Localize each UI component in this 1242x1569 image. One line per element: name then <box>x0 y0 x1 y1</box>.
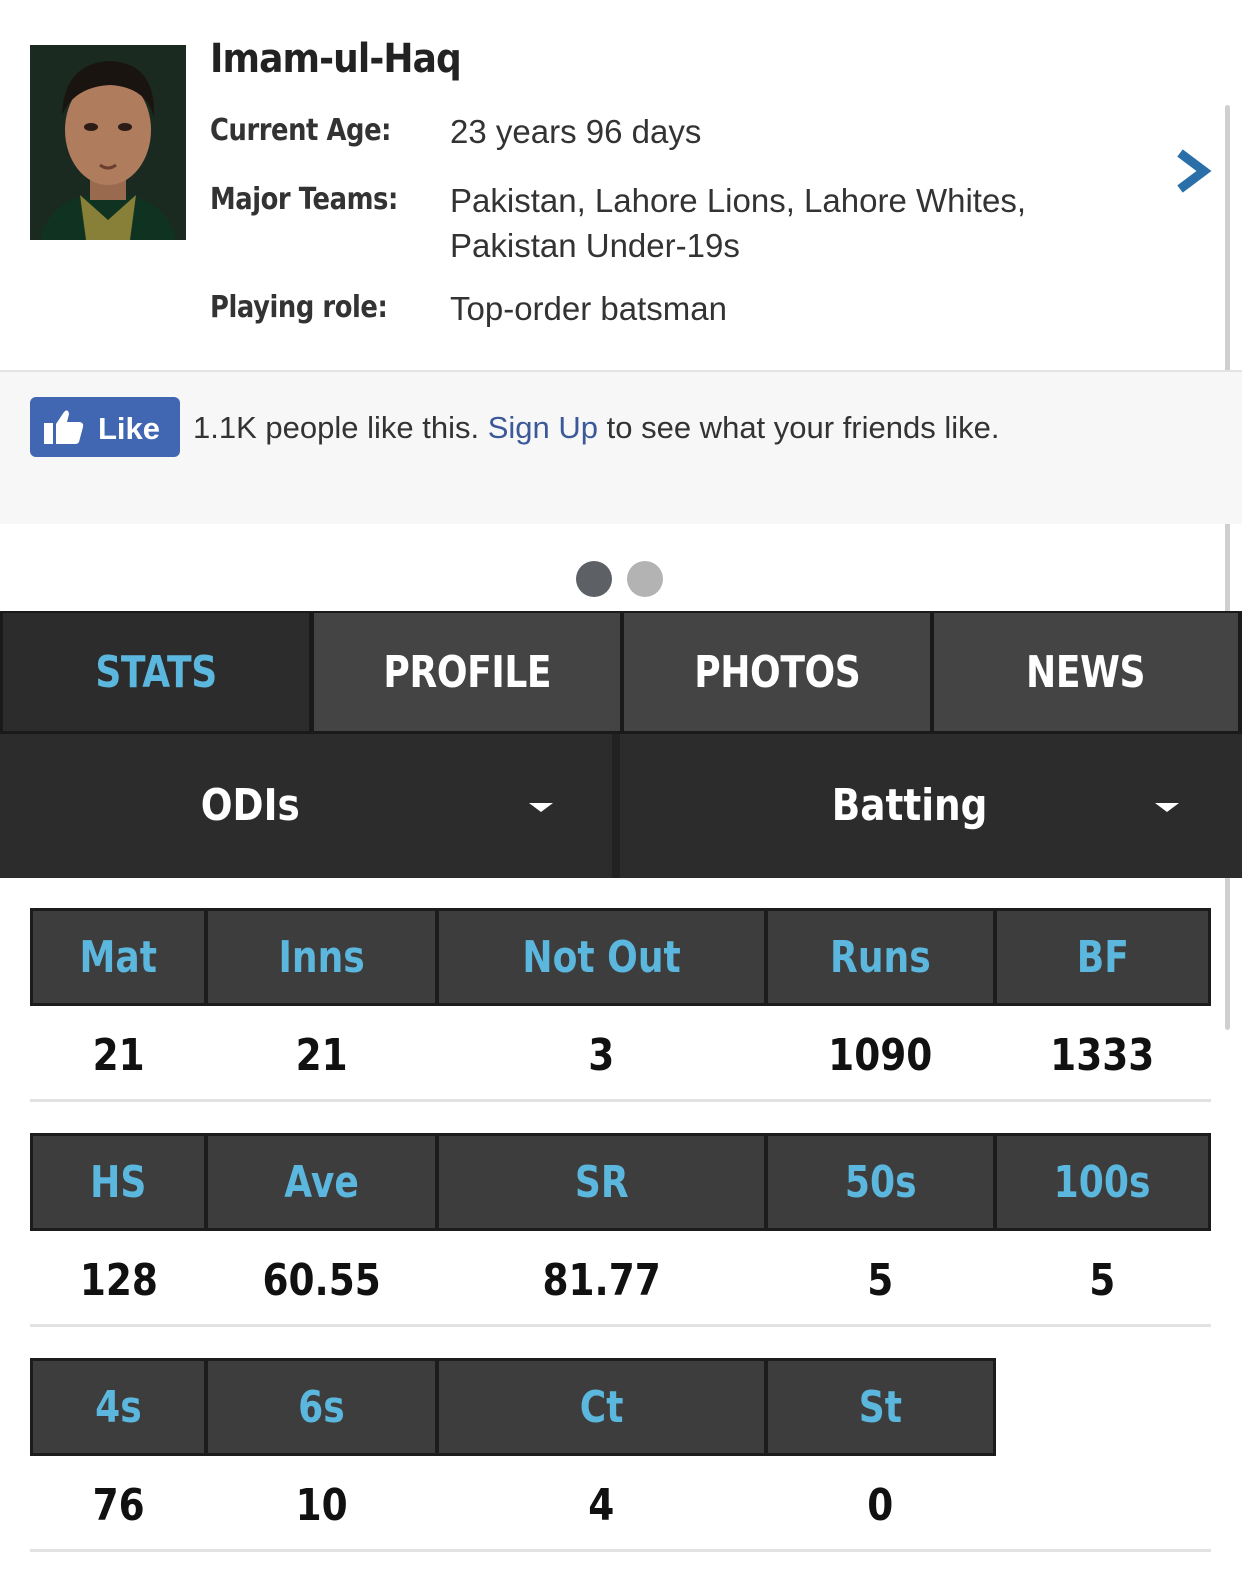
stat-value-4s: 76 <box>92 1479 145 1531</box>
like-label: Like <box>98 411 161 446</box>
stat-value-hs: 128 <box>79 1254 158 1306</box>
stat-header-runs: Runs <box>768 911 993 1003</box>
stat-value-50s: 5 <box>867 1254 894 1306</box>
chevron-right-icon[interactable] <box>1168 147 1218 197</box>
current-age-value: 23 years 96 days <box>450 113 702 150</box>
stat-value-inns: 21 <box>295 1029 348 1081</box>
playing-role-value: Top-order batsman <box>450 290 727 327</box>
format-select[interactable]: ODIs <box>192 780 309 831</box>
chevron-down-icon[interactable] <box>529 803 553 812</box>
facebook-like-bar: Like 1.1K people like this. Sign Up to s… <box>0 370 1242 524</box>
stat-header-hs: HS <box>33 1136 204 1228</box>
row-divider <box>30 1099 1211 1102</box>
stat-header-50s: 50s <box>768 1136 993 1228</box>
stat-header-st: St <box>768 1361 993 1453</box>
carousel-dot-2[interactable] <box>627 561 663 597</box>
stat-header-4s: 4s <box>33 1361 204 1453</box>
tab-bar: STATS PROFILE PHOTOS NEWS <box>0 611 1242 734</box>
stat-header-6s: 6s <box>208 1361 435 1453</box>
player-name: Imam-ul-Haq <box>210 36 462 82</box>
stat-value-ave: 60.55 <box>262 1254 381 1306</box>
major-teams-label: Major Teams: <box>210 182 398 217</box>
current-age-label: Current Age: <box>210 113 392 148</box>
playing-role-label: Playing role: <box>210 290 388 325</box>
stats-header-row: 4s 6s Ct St <box>30 1358 996 1456</box>
row-divider <box>30 1549 1211 1552</box>
scrollbar[interactable] <box>1225 105 1230 1030</box>
chevron-down-icon[interactable] <box>1155 803 1179 812</box>
stat-value-mat: 21 <box>92 1029 145 1081</box>
stat-header-100s: 100s <box>997 1136 1208 1228</box>
sign-up-link[interactable]: Sign Up <box>488 410 598 445</box>
stat-value-not-out: 3 <box>588 1029 615 1081</box>
stats-header-row: HS Ave SR 50s 100s <box>30 1133 1211 1231</box>
stat-header-sr: SR <box>439 1136 764 1228</box>
like-suffix: to see what your friends like. <box>606 410 1000 445</box>
filter-divider <box>612 734 620 878</box>
row-divider <box>30 1324 1211 1327</box>
stats-header-row: Mat Inns Not Out Runs BF <box>30 908 1211 1006</box>
player-header: Imam-ul-Haq Current Age: 23 years 96 day… <box>0 0 1242 370</box>
carousel-dot-1[interactable] <box>576 561 612 597</box>
stat-value-runs: 1090 <box>828 1029 933 1081</box>
stat-header-bf: BF <box>997 911 1208 1003</box>
stats-filters: ODIs Batting <box>0 734 1242 878</box>
player-avatar <box>30 45 186 240</box>
category-select[interactable]: Batting <box>818 780 1001 831</box>
tab-stats[interactable]: STATS <box>3 613 309 731</box>
stat-header-inns: Inns <box>208 911 435 1003</box>
tab-news[interactable]: NEWS <box>934 613 1238 731</box>
stat-header-ct: Ct <box>439 1361 764 1453</box>
like-count-text: 1.1K people like this. Sign Up to see wh… <box>193 410 999 446</box>
like-count: 1.1K people like this. <box>193 410 480 445</box>
stat-value-ct: 4 <box>588 1479 615 1531</box>
stat-header-ave: Ave <box>208 1136 435 1228</box>
tab-photos[interactable]: PHOTOS <box>624 613 930 731</box>
thumbs-up-icon <box>44 410 84 444</box>
facebook-like-button[interactable]: Like <box>30 397 180 457</box>
stat-header-mat: Mat <box>33 911 204 1003</box>
tab-profile[interactable]: PROFILE <box>314 613 620 731</box>
stat-value-bf: 1333 <box>1050 1029 1155 1081</box>
major-teams-value: Pakistan, Lahore Lions, Lahore Whites, P… <box>450 182 1027 264</box>
stat-value-sr: 81.77 <box>542 1254 661 1306</box>
stat-value-st: 0 <box>867 1479 894 1531</box>
stat-value-100s: 5 <box>1089 1254 1116 1306</box>
stat-value-6s: 10 <box>295 1479 348 1531</box>
stat-header-not-out: Not Out <box>439 911 764 1003</box>
